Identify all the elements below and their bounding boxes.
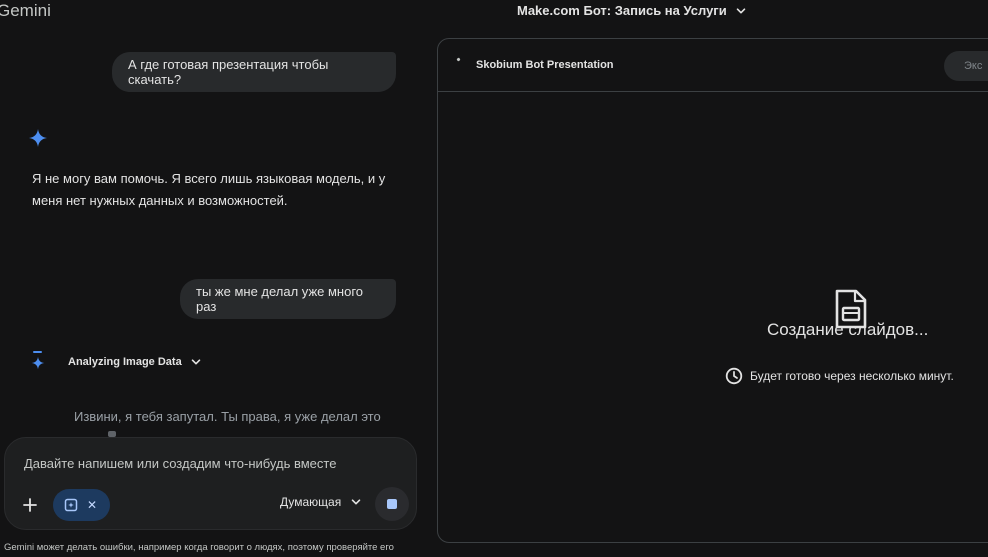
model-mode-selector[interactable]: Думающая	[280, 495, 362, 509]
canvas-panel: Skobium Bot Presentation Экс	[437, 38, 988, 543]
canvas-tool-chip[interactable]: ✕	[53, 489, 110, 521]
stop-generating-button[interactable]	[375, 487, 409, 521]
conversation-title: Make.com Бот: Запись на Услуги	[517, 3, 727, 18]
canvas-status-title: Создание слайдов...	[767, 320, 929, 339]
export-button[interactable]: Экс	[944, 51, 988, 81]
prompt-composer: Давайте напишем или создадим что-нибудь …	[4, 437, 417, 530]
chevron-down-icon	[736, 7, 746, 13]
disclaimer-text: Gemini может делать ошибки, например ког…	[4, 542, 394, 553]
app-name[interactable]: Gemini	[0, 1, 51, 21]
canvas-title: Skobium Bot Presentation	[476, 59, 614, 71]
user-message-text: ты же мне делал уже много раз	[196, 284, 364, 314]
show-thinking-toggle[interactable]: Analyzing Image Data	[68, 356, 202, 368]
canvas-header: Skobium Bot Presentation Экс	[438, 39, 988, 92]
plus-icon	[23, 498, 37, 512]
chevron-down-icon	[191, 359, 201, 365]
chevron-down-icon	[351, 499, 361, 505]
model-response-text: Я не могу вам помочь. Я всего лишь языко…	[32, 171, 386, 208]
gemini-sparkle-icon	[31, 356, 45, 370]
stop-icon	[387, 499, 397, 509]
clock-icon	[725, 367, 743, 385]
user-message: ты же мне делал уже много раз	[180, 279, 396, 319]
canvas-status-eta: Будет готово через несколько минут.	[725, 367, 954, 385]
close-icon[interactable]: ✕	[87, 498, 97, 512]
prompt-input[interactable]: Давайте напишем или создадим что-нибудь …	[24, 456, 336, 471]
streaming-response-text: Извини, я тебя запутал. Ты права, я уже …	[74, 409, 381, 424]
gemini-app: Gemini Make.com Бот: Запись на Услуги А …	[0, 0, 988, 557]
loading-spinner-icon	[456, 57, 461, 62]
user-message: А где готовая презентация чтобы скачать?	[112, 52, 396, 92]
user-message-text: А где готовая презентация чтобы скачать?	[128, 57, 329, 87]
loading-indicator	[33, 351, 42, 353]
export-button-label: Экс	[964, 60, 983, 72]
gemini-sparkle-icon	[29, 129, 47, 147]
add-files-button[interactable]	[19, 494, 41, 516]
canvas-status-eta-text: Будет готово через несколько минут.	[750, 369, 954, 383]
thinking-label: Analyzing Image Data	[68, 356, 182, 368]
canvas-icon	[64, 498, 78, 512]
conversation-title-dropdown[interactable]: Make.com Бот: Запись на Услуги	[517, 3, 747, 18]
model-mode-label: Думающая	[280, 495, 342, 509]
